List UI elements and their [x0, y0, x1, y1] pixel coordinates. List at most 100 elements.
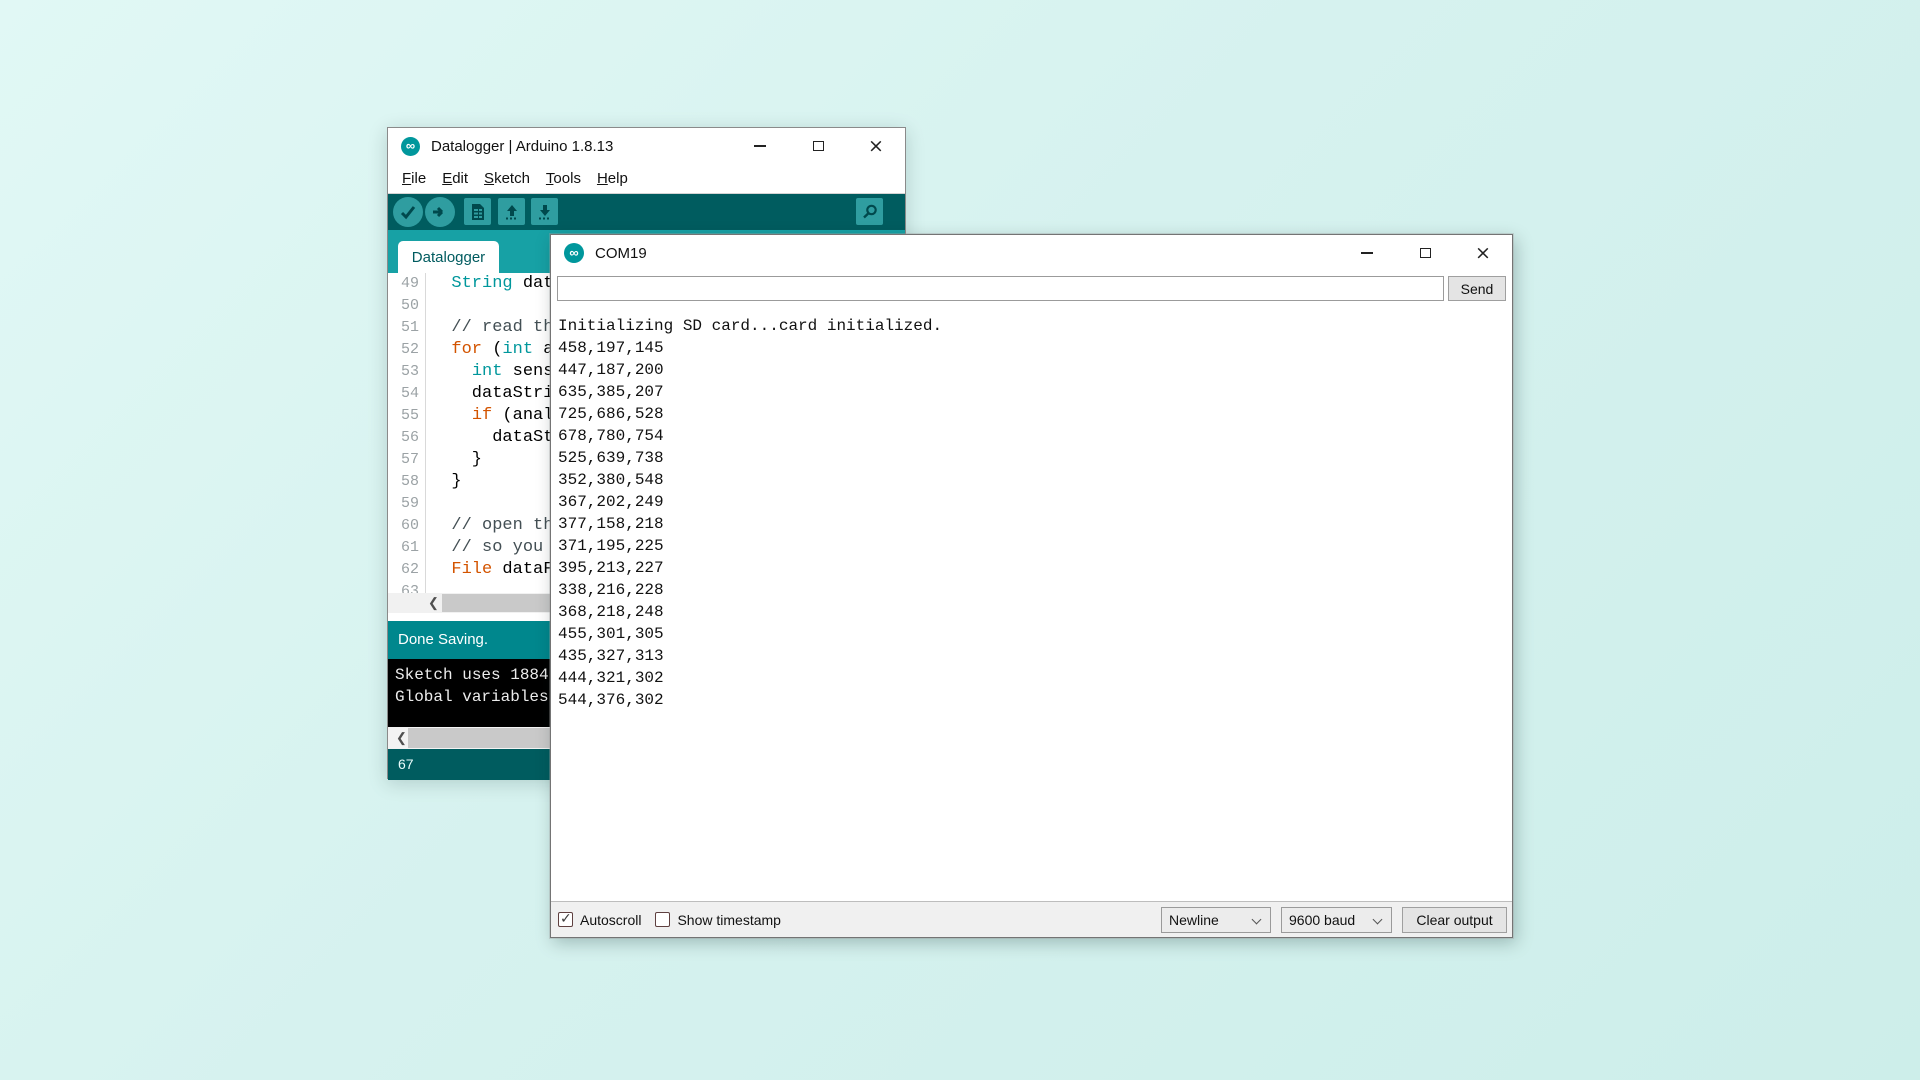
line-number: 60	[388, 515, 426, 537]
serial-output-line: 544,376,302	[558, 689, 1512, 711]
serial-window-title: COM19	[595, 245, 647, 262]
open-sketch-button[interactable]	[498, 198, 525, 225]
chevron-down-icon	[1252, 915, 1262, 925]
line-ending-value: Newline	[1169, 912, 1219, 928]
scroll-left-icon[interactable]: ❮	[396, 727, 407, 749]
line-number: 53	[388, 361, 426, 383]
serial-bottom-bar: Autoscroll Show timestamp Newline 9600 b…	[551, 901, 1512, 937]
scroll-left-icon[interactable]: ❮	[428, 593, 439, 613]
ide-minimize-button[interactable]	[731, 128, 789, 164]
serial-output-line: 635,385,207	[558, 381, 1512, 403]
maximize-icon	[1420, 248, 1431, 258]
arduino-logo-icon: ∞	[564, 243, 584, 263]
autoscroll-checkbox[interactable]	[558, 912, 573, 927]
line-number: 56	[388, 427, 426, 449]
new-sketch-button[interactable]	[464, 198, 491, 225]
line-number: 55	[388, 405, 426, 427]
serial-output-line: 458,197,145	[558, 337, 1512, 359]
code-text: }	[426, 471, 462, 493]
serial-monitor-button[interactable]	[856, 198, 883, 225]
serial-output-line: 444,321,302	[558, 667, 1512, 689]
minimize-icon	[1361, 252, 1373, 254]
clear-output-label: Clear output	[1416, 912, 1492, 928]
line-number: 57	[388, 449, 426, 471]
serial-output-line: 725,686,528	[558, 403, 1512, 425]
autoscroll-toggle[interactable]: Autoscroll	[558, 912, 641, 928]
document-icon	[470, 203, 486, 221]
serial-title-bar[interactable]: ∞ COM19 ×	[551, 235, 1512, 271]
serial-close-button[interactable]: ×	[1454, 235, 1512, 271]
up-arrow-icon	[503, 203, 521, 221]
line-number: 54	[388, 383, 426, 405]
line-number: 62	[388, 559, 426, 581]
clear-output-button[interactable]: Clear output	[1402, 907, 1507, 933]
line-number: 50	[388, 295, 426, 317]
ide-toolbar	[388, 194, 905, 230]
minimize-icon	[754, 145, 766, 147]
autoscroll-label: Autoscroll	[580, 912, 641, 928]
tab-datalogger[interactable]: Datalogger	[398, 241, 499, 273]
timestamp-checkbox[interactable]	[655, 912, 670, 927]
code-text	[426, 581, 431, 593]
right-arrow-icon	[431, 203, 449, 221]
serial-output-line: 367,202,249	[558, 491, 1512, 513]
send-button-label: Send	[1461, 281, 1494, 297]
code-text	[426, 295, 431, 317]
chevron-down-icon	[1373, 915, 1383, 925]
serial-output-line: 338,216,228	[558, 579, 1512, 601]
menu-bar: FileEditSketchToolsHelp	[388, 164, 905, 194]
line-number: 61	[388, 537, 426, 559]
maximize-icon	[813, 141, 824, 151]
serial-monitor-window: ∞ COM19 × Send Initializing SD card...ca…	[550, 234, 1513, 938]
line-ending-select[interactable]: Newline	[1161, 907, 1271, 933]
serial-output-line: 368,218,248	[558, 601, 1512, 623]
arduino-logo-icon: ∞	[401, 137, 420, 156]
serial-input[interactable]	[557, 276, 1444, 301]
line-number: 59	[388, 493, 426, 515]
serial-output-line: 455,301,305	[558, 623, 1512, 645]
serial-output-line: 435,327,313	[558, 645, 1512, 667]
menu-item-help[interactable]: Help	[589, 170, 636, 187]
baud-rate-select[interactable]: 9600 baud	[1281, 907, 1392, 933]
ide-title-bar[interactable]: ∞ Datalogger | Arduino 1.8.13 ×	[388, 128, 905, 164]
serial-output-line: 352,380,548	[558, 469, 1512, 491]
serial-maximize-button[interactable]	[1396, 235, 1454, 271]
serial-output-line: 395,213,227	[558, 557, 1512, 579]
menu-item-sketch[interactable]: Sketch	[476, 170, 538, 187]
magnifier-icon	[861, 203, 879, 221]
serial-output-line: 371,195,225	[558, 535, 1512, 557]
down-arrow-icon	[536, 203, 554, 221]
serial-output-line: 447,187,200	[558, 359, 1512, 381]
code-text	[426, 493, 431, 515]
serial-output-line: 377,158,218	[558, 513, 1512, 535]
baud-rate-value: 9600 baud	[1289, 912, 1355, 928]
ide-maximize-button[interactable]	[789, 128, 847, 164]
line-number: 52	[388, 339, 426, 361]
menu-item-edit[interactable]: Edit	[434, 170, 476, 187]
serial-output-line: Initializing SD card...card initialized.	[558, 315, 1512, 337]
serial-output-line: 678,780,754	[558, 425, 1512, 447]
line-number: 51	[388, 317, 426, 339]
close-icon: ×	[1475, 244, 1491, 263]
serial-output-line: 525,639,738	[558, 447, 1512, 469]
line-number: 49	[388, 273, 426, 295]
timestamp-label: Show timestamp	[677, 912, 780, 928]
serial-minimize-button[interactable]	[1338, 235, 1396, 271]
menu-item-tools[interactable]: Tools	[538, 170, 589, 187]
save-sketch-button[interactable]	[531, 198, 558, 225]
ide-close-button[interactable]: ×	[847, 128, 905, 164]
menu-item-file[interactable]: File	[394, 170, 434, 187]
serial-input-row: Send	[551, 271, 1512, 307]
code-text: }	[426, 449, 482, 471]
upload-button[interactable]	[425, 197, 455, 227]
check-icon	[399, 203, 417, 221]
serial-output-area[interactable]: Initializing SD card...card initialized.…	[551, 307, 1512, 901]
send-button[interactable]: Send	[1448, 276, 1506, 301]
line-number: 63	[388, 581, 426, 593]
tab-label: Datalogger	[412, 249, 485, 266]
close-icon: ×	[868, 137, 884, 156]
line-number: 58	[388, 471, 426, 493]
verify-button[interactable]	[393, 197, 423, 227]
ide-window-title: Datalogger | Arduino 1.8.13	[431, 138, 613, 155]
timestamp-toggle[interactable]: Show timestamp	[655, 912, 780, 928]
